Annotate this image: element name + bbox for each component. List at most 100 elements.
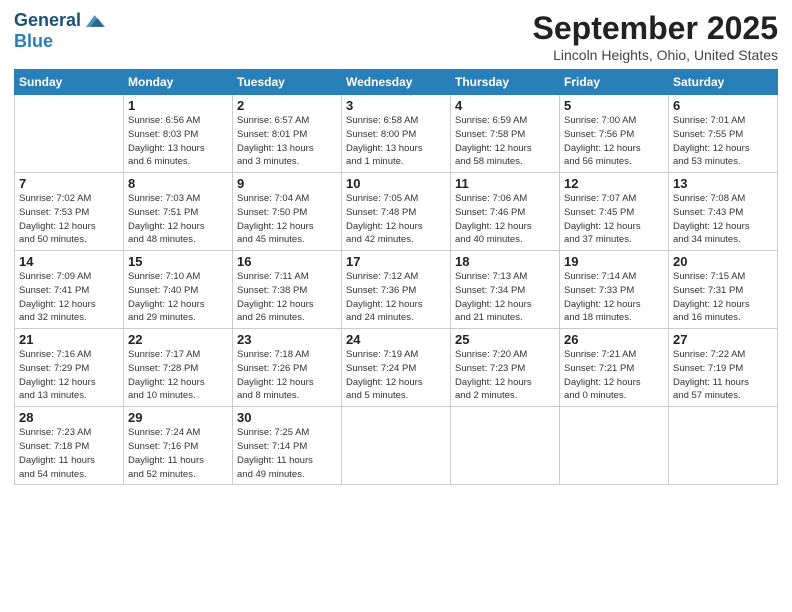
day-info: Sunrise: 7:02 AMSunset: 7:53 PMDaylight:… [19, 192, 119, 247]
day-number: 12 [564, 176, 664, 191]
day-info: Sunrise: 7:01 AMSunset: 7:55 PMDaylight:… [673, 114, 773, 169]
day-number: 19 [564, 254, 664, 269]
calendar-cell: 5Sunrise: 7:00 AMSunset: 7:56 PMDaylight… [560, 95, 669, 173]
calendar-cell: 2Sunrise: 6:57 AMSunset: 8:01 PMDaylight… [233, 95, 342, 173]
day-number: 13 [673, 176, 773, 191]
day-info: Sunrise: 7:16 AMSunset: 7:29 PMDaylight:… [19, 348, 119, 403]
location-title: Lincoln Heights, Ohio, United States [533, 47, 778, 63]
day-info: Sunrise: 6:57 AMSunset: 8:01 PMDaylight:… [237, 114, 337, 169]
day-number: 30 [237, 410, 337, 425]
day-info: Sunrise: 7:13 AMSunset: 7:34 PMDaylight:… [455, 270, 555, 325]
day-number: 16 [237, 254, 337, 269]
day-info: Sunrise: 7:20 AMSunset: 7:23 PMDaylight:… [455, 348, 555, 403]
calendar-week-row: 7Sunrise: 7:02 AMSunset: 7:53 PMDaylight… [15, 173, 778, 251]
day-number: 27 [673, 332, 773, 347]
calendar-week-row: 28Sunrise: 7:23 AMSunset: 7:18 PMDayligh… [15, 407, 778, 485]
day-info: Sunrise: 7:15 AMSunset: 7:31 PMDaylight:… [673, 270, 773, 325]
weekday-header-saturday: Saturday [669, 70, 778, 95]
calendar-cell: 12Sunrise: 7:07 AMSunset: 7:45 PMDayligh… [560, 173, 669, 251]
day-info: Sunrise: 7:09 AMSunset: 7:41 PMDaylight:… [19, 270, 119, 325]
weekday-header-wednesday: Wednesday [342, 70, 451, 95]
calendar-cell: 28Sunrise: 7:23 AMSunset: 7:18 PMDayligh… [15, 407, 124, 485]
day-info: Sunrise: 7:08 AMSunset: 7:43 PMDaylight:… [673, 192, 773, 247]
day-number: 23 [237, 332, 337, 347]
calendar-cell: 14Sunrise: 7:09 AMSunset: 7:41 PMDayligh… [15, 251, 124, 329]
day-info: Sunrise: 7:12 AMSunset: 7:36 PMDaylight:… [346, 270, 446, 325]
day-number: 6 [673, 98, 773, 113]
calendar-cell: 8Sunrise: 7:03 AMSunset: 7:51 PMDaylight… [124, 173, 233, 251]
calendar-cell: 20Sunrise: 7:15 AMSunset: 7:31 PMDayligh… [669, 251, 778, 329]
calendar-cell: 11Sunrise: 7:06 AMSunset: 7:46 PMDayligh… [451, 173, 560, 251]
day-number: 18 [455, 254, 555, 269]
weekday-header-monday: Monday [124, 70, 233, 95]
day-number: 29 [128, 410, 228, 425]
calendar-cell: 7Sunrise: 7:02 AMSunset: 7:53 PMDaylight… [15, 173, 124, 251]
day-info: Sunrise: 7:17 AMSunset: 7:28 PMDaylight:… [128, 348, 228, 403]
calendar-cell: 27Sunrise: 7:22 AMSunset: 7:19 PMDayligh… [669, 329, 778, 407]
logo-icon [83, 10, 105, 32]
day-number: 17 [346, 254, 446, 269]
calendar-cell [342, 407, 451, 485]
logo-text: General [14, 11, 81, 31]
day-info: Sunrise: 7:03 AMSunset: 7:51 PMDaylight:… [128, 192, 228, 247]
day-number: 28 [19, 410, 119, 425]
day-info: Sunrise: 7:04 AMSunset: 7:50 PMDaylight:… [237, 192, 337, 247]
day-number: 5 [564, 98, 664, 113]
day-number: 8 [128, 176, 228, 191]
day-number: 3 [346, 98, 446, 113]
calendar-cell [669, 407, 778, 485]
calendar-cell: 26Sunrise: 7:21 AMSunset: 7:21 PMDayligh… [560, 329, 669, 407]
calendar-cell: 4Sunrise: 6:59 AMSunset: 7:58 PMDaylight… [451, 95, 560, 173]
day-info: Sunrise: 7:05 AMSunset: 7:48 PMDaylight:… [346, 192, 446, 247]
weekday-header-thursday: Thursday [451, 70, 560, 95]
day-info: Sunrise: 7:06 AMSunset: 7:46 PMDaylight:… [455, 192, 555, 247]
day-number: 1 [128, 98, 228, 113]
day-number: 7 [19, 176, 119, 191]
logo: General Blue [14, 10, 105, 52]
calendar-cell: 15Sunrise: 7:10 AMSunset: 7:40 PMDayligh… [124, 251, 233, 329]
day-info: Sunrise: 7:14 AMSunset: 7:33 PMDaylight:… [564, 270, 664, 325]
calendar-week-row: 14Sunrise: 7:09 AMSunset: 7:41 PMDayligh… [15, 251, 778, 329]
calendar-week-row: 21Sunrise: 7:16 AMSunset: 7:29 PMDayligh… [15, 329, 778, 407]
calendar-cell: 19Sunrise: 7:14 AMSunset: 7:33 PMDayligh… [560, 251, 669, 329]
weekday-header-friday: Friday [560, 70, 669, 95]
calendar-cell: 22Sunrise: 7:17 AMSunset: 7:28 PMDayligh… [124, 329, 233, 407]
day-info: Sunrise: 7:25 AMSunset: 7:14 PMDaylight:… [237, 426, 337, 481]
day-number: 9 [237, 176, 337, 191]
day-info: Sunrise: 6:59 AMSunset: 7:58 PMDaylight:… [455, 114, 555, 169]
weekday-header-sunday: Sunday [15, 70, 124, 95]
calendar-cell: 10Sunrise: 7:05 AMSunset: 7:48 PMDayligh… [342, 173, 451, 251]
day-number: 10 [346, 176, 446, 191]
calendar-cell: 1Sunrise: 6:56 AMSunset: 8:03 PMDaylight… [124, 95, 233, 173]
calendar-cell [15, 95, 124, 173]
calendar-cell: 30Sunrise: 7:25 AMSunset: 7:14 PMDayligh… [233, 407, 342, 485]
calendar-cell [451, 407, 560, 485]
calendar-cell: 24Sunrise: 7:19 AMSunset: 7:24 PMDayligh… [342, 329, 451, 407]
day-number: 20 [673, 254, 773, 269]
calendar-cell: 9Sunrise: 7:04 AMSunset: 7:50 PMDaylight… [233, 173, 342, 251]
day-number: 4 [455, 98, 555, 113]
day-info: Sunrise: 7:11 AMSunset: 7:38 PMDaylight:… [237, 270, 337, 325]
day-info: Sunrise: 7:24 AMSunset: 7:16 PMDaylight:… [128, 426, 228, 481]
day-info: Sunrise: 6:56 AMSunset: 8:03 PMDaylight:… [128, 114, 228, 169]
calendar-table: SundayMondayTuesdayWednesdayThursdayFrid… [14, 69, 778, 485]
day-number: 25 [455, 332, 555, 347]
calendar-cell: 23Sunrise: 7:18 AMSunset: 7:26 PMDayligh… [233, 329, 342, 407]
logo-blue-text: Blue [14, 32, 105, 52]
calendar-cell: 21Sunrise: 7:16 AMSunset: 7:29 PMDayligh… [15, 329, 124, 407]
title-block: September 2025 Lincoln Heights, Ohio, Un… [533, 10, 778, 63]
day-info: Sunrise: 7:18 AMSunset: 7:26 PMDaylight:… [237, 348, 337, 403]
day-number: 21 [19, 332, 119, 347]
calendar-cell: 3Sunrise: 6:58 AMSunset: 8:00 PMDaylight… [342, 95, 451, 173]
day-info: Sunrise: 7:07 AMSunset: 7:45 PMDaylight:… [564, 192, 664, 247]
day-number: 2 [237, 98, 337, 113]
day-info: Sunrise: 7:10 AMSunset: 7:40 PMDaylight:… [128, 270, 228, 325]
day-info: Sunrise: 7:00 AMSunset: 7:56 PMDaylight:… [564, 114, 664, 169]
calendar-cell: 6Sunrise: 7:01 AMSunset: 7:55 PMDaylight… [669, 95, 778, 173]
day-info: Sunrise: 7:23 AMSunset: 7:18 PMDaylight:… [19, 426, 119, 481]
day-number: 11 [455, 176, 555, 191]
day-number: 24 [346, 332, 446, 347]
calendar-cell: 17Sunrise: 7:12 AMSunset: 7:36 PMDayligh… [342, 251, 451, 329]
calendar-cell: 29Sunrise: 7:24 AMSunset: 7:16 PMDayligh… [124, 407, 233, 485]
main-container: General Blue September 2025 Lincoln Heig… [0, 0, 792, 493]
